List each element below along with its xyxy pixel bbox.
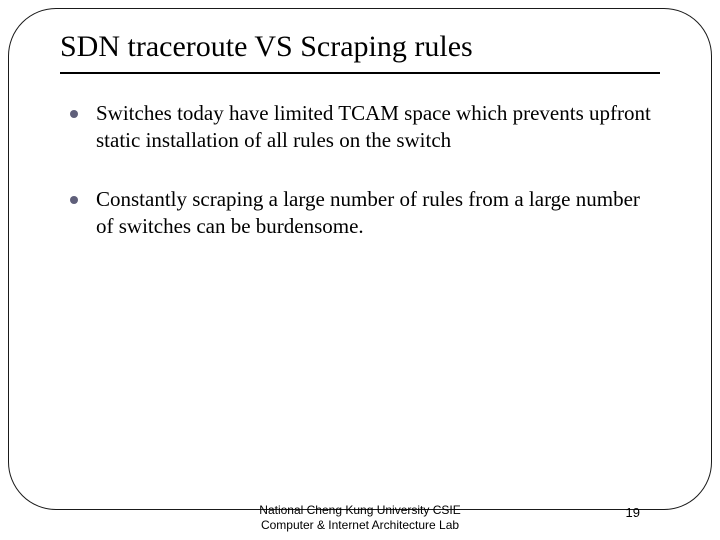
footer-text: National Cheng Kung University CSIE Comp… xyxy=(259,503,460,533)
page-number: 19 xyxy=(626,505,640,520)
bullet-text: Constantly scraping a large number of ru… xyxy=(96,186,660,240)
bullet-icon xyxy=(70,110,78,118)
list-item: Switches today have limited TCAM space w… xyxy=(70,100,660,154)
slide: SDN traceroute VS Scraping rules Switche… xyxy=(0,0,720,540)
list-item: Constantly scraping a large number of ru… xyxy=(70,186,660,240)
slide-footer: National Cheng Kung University CSIE Comp… xyxy=(0,503,720,533)
bullet-text: Switches today have limited TCAM space w… xyxy=(96,100,660,154)
slide-title: SDN traceroute VS Scraping rules xyxy=(60,30,660,64)
footer-line-2: Computer & Internet Architecture Lab xyxy=(259,518,460,533)
title-underline xyxy=(60,72,660,74)
footer-line-1: National Cheng Kung University CSIE xyxy=(259,503,460,518)
bullet-icon xyxy=(70,196,78,204)
slide-body: Switches today have limited TCAM space w… xyxy=(70,100,660,272)
